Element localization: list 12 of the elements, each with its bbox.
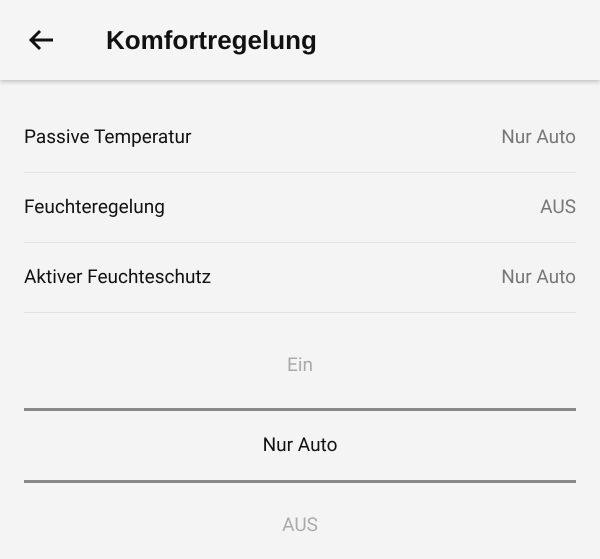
setting-label: Aktiver Feuchteschutz: [24, 264, 212, 290]
back-arrow-icon: [28, 29, 54, 51]
setting-row[interactable]: Feuchteregelung AUS: [24, 173, 576, 243]
setting-value: Nur Auto: [501, 264, 576, 290]
screen-title: Komfortregelung: [106, 24, 317, 56]
setting-label: Passive Temperatur: [24, 124, 192, 150]
setting-row[interactable]: Aktiver Feuchteschutz Nur Auto: [24, 243, 576, 313]
setting-value: AUS: [540, 194, 576, 220]
setting-row[interactable]: Passive Temperatur Nur Auto: [24, 103, 576, 173]
setting-value: Nur Auto: [501, 124, 576, 150]
setting-label: Feuchteregelung: [24, 194, 165, 220]
picker-option[interactable]: Nur Auto: [24, 408, 576, 483]
